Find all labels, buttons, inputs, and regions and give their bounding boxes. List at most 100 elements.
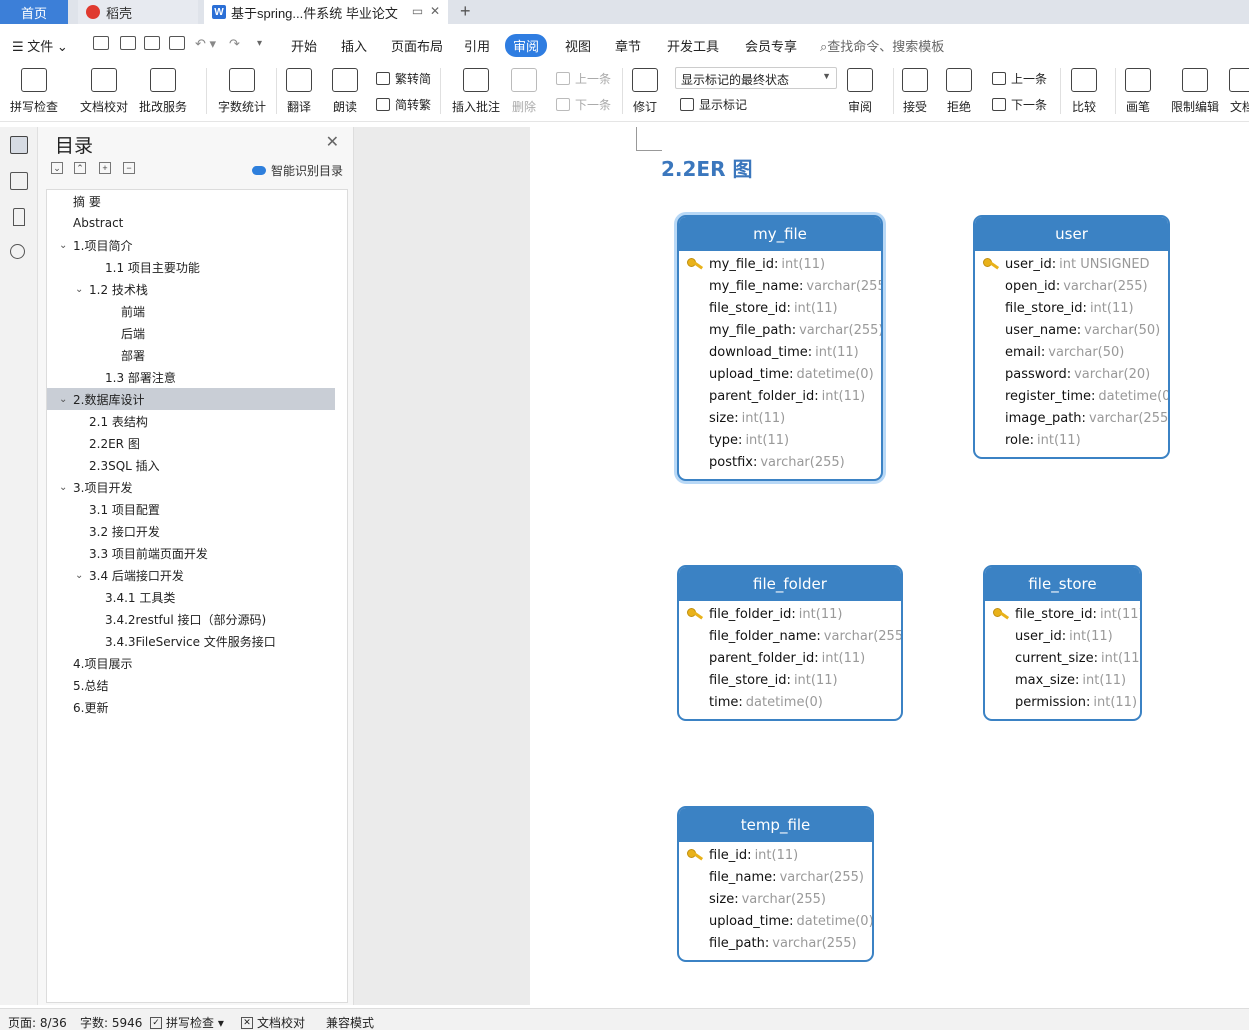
remove-heading-icon[interactable]: − — [123, 162, 135, 174]
close-icon[interactable]: ✕ — [326, 132, 339, 152]
tab-home[interactable]: 首页 — [0, 0, 68, 24]
toc-item[interactable]: 3.4.2restful 接口（部分源码) — [47, 608, 335, 630]
er-table-my_file[interactable]: my_file my_file_id: int(11) my_file_name: va… — [677, 215, 883, 481]
chevron-down-icon[interactable]: ⌄ — [59, 394, 69, 405]
word-count-button[interactable]: 字数统计 — [218, 68, 266, 115]
chevron-down-icon[interactable]: ⌄ — [59, 482, 69, 493]
toc-panel-icon[interactable] — [10, 136, 28, 154]
revise-service-button[interactable]: 批改服务 — [139, 68, 187, 115]
delete-comment-button[interactable]: 删除 — [511, 68, 537, 115]
toc-item[interactable]: 3.2 接口开发 — [47, 520, 335, 542]
toc-item[interactable]: 3.4.1 工具类 — [47, 586, 335, 608]
read-aloud-button[interactable]: 朗读 — [332, 68, 358, 115]
section-heading[interactable]: 2.2ER 图 — [661, 153, 752, 182]
menu-start[interactable]: 开始 — [291, 36, 317, 55]
redo-icon[interactable]: ↷ — [229, 36, 240, 52]
translate-button[interactable]: 翻译 — [286, 68, 312, 115]
print-icon[interactable] — [144, 36, 160, 50]
document-page[interactable]: 2.2ER 图 my_file my_file_id: int(11) my_file… — [530, 127, 1249, 1005]
status-doc-proof[interactable]: ✕ 文档校对 — [241, 1014, 305, 1030]
toc-item[interactable]: 2.3SQL 插入 — [47, 454, 335, 476]
toc-item[interactable]: 5.总结 — [47, 674, 335, 696]
simp-to-trad-button[interactable]: 简转繁 — [376, 96, 431, 113]
toc-item[interactable]: 3.3 项目前端页面开发 — [47, 542, 335, 564]
menu-review[interactable]: 审阅 — [505, 34, 548, 57]
toc-item[interactable]: 部署 — [47, 344, 335, 366]
export-pdf-icon[interactable] — [120, 36, 136, 50]
document-rights-button[interactable]: 文档 — [1229, 68, 1249, 115]
file-menu[interactable]: ☰ 文件 ⌄ — [12, 36, 68, 55]
quick-access-dropdown-icon[interactable]: ▾ — [257, 38, 262, 49]
status-spell-check[interactable]: ✓ 拼写检查 ▾ — [150, 1014, 224, 1030]
expand-all-icon[interactable]: ⌄ — [51, 162, 63, 174]
compare-button[interactable]: 比较 — [1071, 68, 1097, 115]
reject-button[interactable]: 拒绝 — [946, 68, 972, 115]
toc-item[interactable]: 2.2ER 图 — [47, 432, 335, 454]
word-count-indicator[interactable]: 字数: 5946 — [80, 1014, 142, 1030]
spell-check-button[interactable]: 拼写检查 — [10, 68, 58, 115]
toc-item[interactable]: 后端 — [47, 322, 335, 344]
toc-item[interactable]: 3.1 项目配置 — [47, 498, 335, 520]
undo-icon[interactable]: ↶ ▾ — [195, 36, 216, 52]
toc-item[interactable]: ⌄ 2.数据库设计 — [47, 388, 335, 410]
menu-references[interactable]: 引用 — [464, 36, 490, 55]
next-change-button[interactable]: 下一条 — [992, 96, 1047, 113]
toc-item[interactable]: Abstract — [47, 212, 335, 234]
toc-item[interactable]: 3.4.3FileService 文件服务接口 — [47, 630, 335, 652]
collapse-all-icon[interactable]: ⌃ — [74, 162, 86, 174]
next-comment-button[interactable]: 下一条 — [556, 96, 611, 113]
accept-button[interactable]: 接受 — [902, 68, 928, 115]
toc-item[interactable]: 2.1 表结构 — [47, 410, 335, 432]
chevron-down-icon[interactable]: ⌄ — [75, 284, 85, 295]
pen-button[interactable]: 画笔 — [1125, 68, 1151, 115]
toc-item[interactable]: ⌄ 3.4 后端接口开发 — [47, 564, 335, 586]
doc-proof-button[interactable]: 文档校对 — [80, 68, 128, 115]
word-count-label: 字数统计 — [218, 100, 267, 114]
chapter-nav-icon[interactable] — [10, 172, 28, 190]
toc-item-label: 1.项目简介 — [73, 238, 133, 253]
smart-toc-button[interactable]: 智能识别目录 — [252, 162, 343, 179]
er-table-file_store[interactable]: file_store file_store_id: int(11) user_id: i… — [983, 565, 1142, 721]
print-preview-icon[interactable] — [169, 36, 185, 50]
restrict-editing-button[interactable]: 限制编辑 — [1171, 68, 1219, 115]
search-icon[interactable] — [10, 244, 25, 259]
command-search[interactable]: ⌕查找命令、搜索模板 — [820, 36, 944, 55]
toc-item[interactable]: 1.3 部署注意 — [47, 366, 335, 388]
er-table-temp_file[interactable]: temp_file file_id: int(11) file_name: varcha… — [677, 806, 874, 962]
tab-document[interactable]: W 基于spring...件系统 毕业论文 ▭ ✕ — [204, 0, 448, 24]
add-heading-icon[interactable]: + — [99, 162, 111, 174]
close-icon[interactable]: ✕ — [430, 4, 440, 18]
menu-view[interactable]: 视图 — [565, 36, 591, 55]
prev-change-button[interactable]: 上一条 — [992, 70, 1047, 87]
toc-item[interactable]: 4.项目展示 — [47, 652, 335, 674]
toc-item[interactable]: 6.更新 — [47, 696, 335, 718]
markup-state-select[interactable]: 显示标记的最终状态 ▼ — [675, 67, 837, 89]
toc-item[interactable]: ⌄ 1.项目简介 — [47, 234, 335, 256]
toc-item[interactable]: 1.1 项目主要功能 — [47, 256, 335, 278]
trad-to-simp-button[interactable]: 繁转简 — [376, 70, 431, 87]
toc-item[interactable]: 前端 — [47, 300, 335, 322]
toc-item[interactable]: 摘 要 — [47, 190, 335, 212]
menu-chapter[interactable]: 章节 — [615, 36, 641, 55]
page-indicator[interactable]: 页面: 8/36 — [8, 1014, 67, 1030]
menu-page-layout[interactable]: 页面布局 — [391, 36, 443, 55]
er-table-user[interactable]: user user_id: int UNSIGNED open_id: varchar(… — [973, 215, 1170, 459]
chevron-down-icon[interactable]: ⌄ — [59, 240, 69, 251]
toc-item[interactable]: ⌄ 1.2 技术栈 — [47, 278, 335, 300]
save-icon[interactable] — [93, 36, 109, 50]
review-pane-button[interactable]: 审阅 — [847, 68, 873, 115]
menu-member[interactable]: 会员专享 — [745, 36, 797, 55]
insert-comment-button[interactable]: 插入批注 — [452, 68, 500, 115]
prev-comment-button[interactable]: 上一条 — [556, 70, 611, 87]
er-table-file_folder[interactable]: file_folder file_folder_id: int(11) file_fo… — [677, 565, 903, 721]
new-tab-button[interactable]: + — [460, 1, 471, 22]
track-changes-button[interactable]: 修订 — [632, 68, 658, 115]
bookmark-icon[interactable] — [13, 208, 25, 226]
toc-item[interactable]: ⌄ 3.项目开发 — [47, 476, 335, 498]
tab-daoke[interactable]: 稻壳 — [78, 0, 198, 24]
menu-insert[interactable]: 插入 — [341, 36, 367, 55]
show-markup-button[interactable]: 显示标记 — [680, 96, 747, 113]
menu-dev-tools[interactable]: 开发工具 — [667, 36, 719, 55]
chevron-down-icon[interactable]: ⌄ — [75, 570, 85, 581]
window-icon[interactable]: ▭ — [412, 4, 423, 18]
